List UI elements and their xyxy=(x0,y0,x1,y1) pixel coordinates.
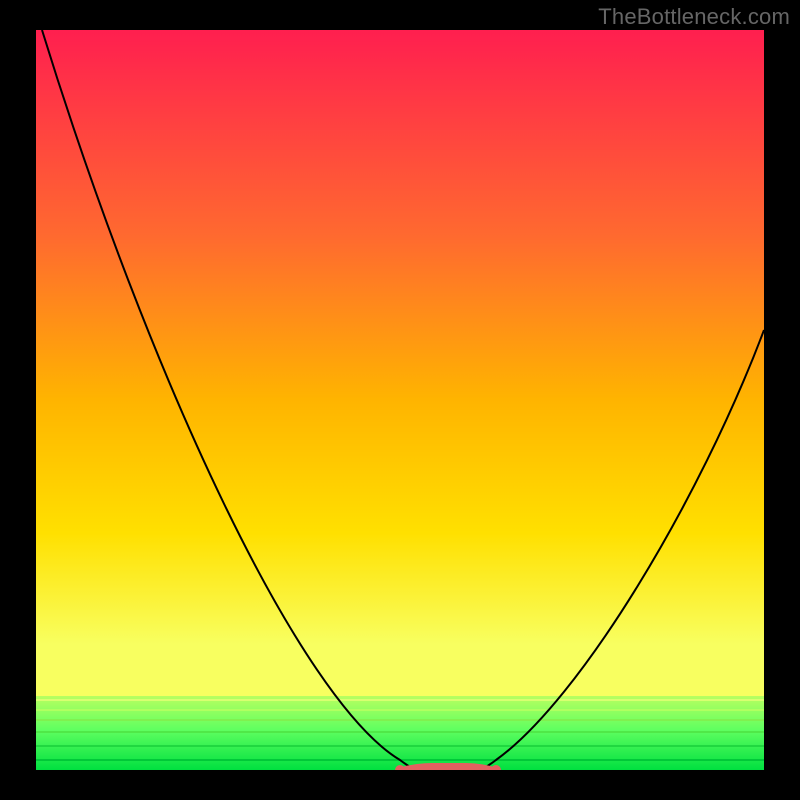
chart-svg xyxy=(0,0,800,800)
frame-left xyxy=(0,0,36,800)
plot-gradient xyxy=(36,30,764,770)
frame-bottom xyxy=(0,770,800,800)
frame-right xyxy=(764,0,800,800)
watermark-text: TheBottleneck.com xyxy=(598,4,790,30)
chart-frame: TheBottleneck.com xyxy=(0,0,800,800)
